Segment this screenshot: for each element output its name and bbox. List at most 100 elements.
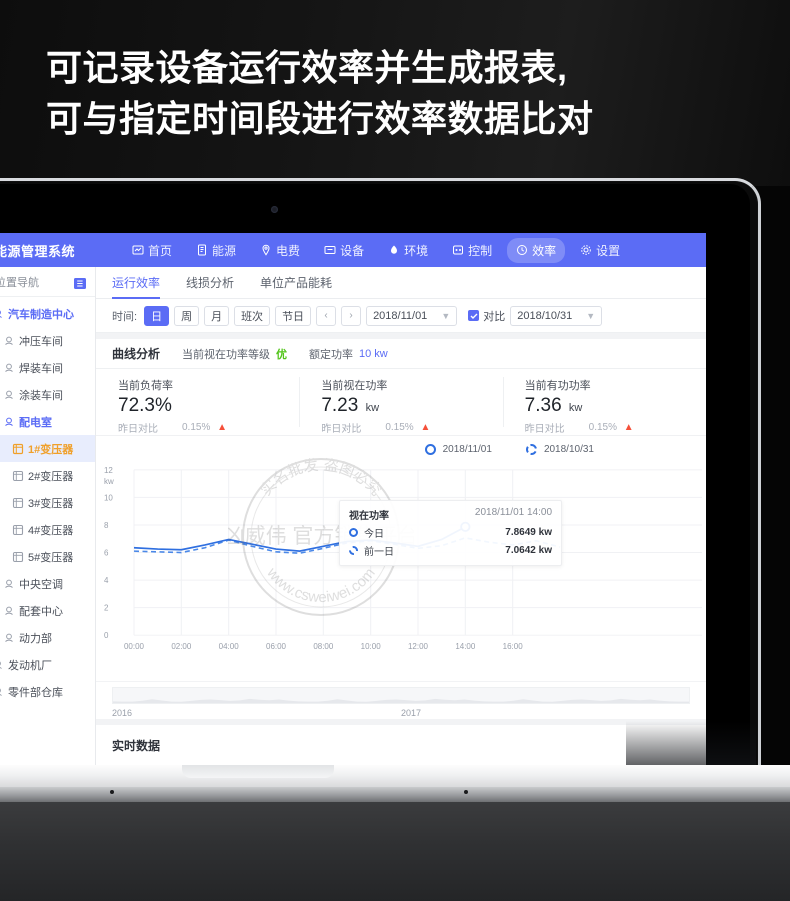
- tree-item-label: 配套中心: [19, 605, 63, 618]
- compare-toggle[interactable]: 对比: [468, 308, 505, 324]
- tree-item-transformer-3[interactable]: 3#变压器: [0, 489, 95, 516]
- period-shift-button[interactable]: 班次: [234, 305, 271, 326]
- tree-item-label: 中央空调: [19, 578, 63, 591]
- time-label: 时间:: [112, 310, 138, 323]
- tree-item-transformer-4[interactable]: 4#变压器: [0, 516, 95, 543]
- tooltip-datetime: 2018/11/01 14:00: [474, 507, 552, 518]
- tabs-and-filters-card: 运行效率 线损分析 单位产品能耗 时间: 日 周 月 班次 节日 ‹ › 201…: [96, 267, 706, 333]
- top-navigation-bar: 能源管理系统 首页 能源 电费 设备 环境 控制 效率 设置: [0, 233, 706, 267]
- headline-line-1: 可记录设备运行效率并生成报表,: [46, 46, 568, 88]
- tree-item-transformer-1[interactable]: 1#变压器: [0, 435, 95, 462]
- rated-label: 额定功率: [309, 348, 354, 361]
- realtime-data-card: 实时数据: [96, 725, 706, 765]
- tab-bar: 运行效率 线损分析 单位产品能耗: [96, 267, 706, 299]
- tree-item-auto-manufacturing-center[interactable]: 汽车制造中心: [0, 300, 95, 327]
- tree-item-label: 1#变压器: [28, 443, 74, 456]
- tree-item-label: 配电室: [19, 416, 52, 429]
- laptop-bezel: 能源管理系统 首页 能源 电费 设备 环境 控制 效率 设置 位置导航 汽车制造…: [0, 184, 750, 817]
- panel-header: 曲线分析 当前视在功率等级 优 额定功率 10 kw: [96, 339, 706, 369]
- date-compare-select[interactable]: 2018/10/31 ▼: [510, 305, 603, 326]
- efficiency-icon: [516, 244, 528, 256]
- period-month-button[interactable]: 月: [204, 305, 230, 326]
- laptop-lid: 能源管理系统 首页 能源 电费 设备 环境 控制 效率 设置 位置导航 汽车制造…: [0, 178, 761, 817]
- nav-item-environment[interactable]: 环境: [379, 238, 437, 263]
- rated-value: 10 kw: [359, 347, 388, 360]
- device-icon: [324, 244, 336, 256]
- tree-item-parts-warehouse[interactable]: 零件部仓库: [0, 678, 95, 705]
- sidebar: 位置导航 汽车制造中心 冲压车间 焊装车间 涂装车间 配电室 1#变压器 2#变…: [0, 267, 96, 817]
- nav-item-efficiency[interactable]: 效率: [507, 237, 566, 263]
- collapse-icon[interactable]: [74, 276, 86, 289]
- nav-item-energy[interactable]: 能源: [187, 238, 245, 263]
- nav-item-bill-label: 电费: [276, 243, 301, 258]
- tree-item-transformer-2[interactable]: 2#变压器: [0, 462, 95, 489]
- stat-label: 当前负荷率: [118, 380, 173, 392]
- tooltip-series-value: 7.0642 kw: [505, 545, 552, 556]
- transformer-icon: [12, 443, 24, 455]
- tree-item-power-department[interactable]: 动力部: [0, 624, 95, 651]
- svg-text:8: 8: [104, 521, 109, 530]
- nav-item-control[interactable]: 控制: [443, 238, 501, 263]
- stat-compare-label: 昨日对比: [524, 424, 565, 435]
- svg-text:2: 2: [104, 604, 109, 613]
- tree-item-stamping-workshop[interactable]: 冲压车间: [0, 327, 95, 354]
- tab-line-loss-analysis[interactable]: 线损分析: [186, 267, 234, 299]
- gear-icon: [580, 244, 592, 256]
- transformer-icon: [12, 551, 24, 563]
- stat-compare-value: 0.15%: [588, 422, 618, 433]
- location-pin-icon: [3, 605, 15, 617]
- chevron-right-icon[interactable]: ›: [341, 305, 362, 326]
- deck-screw: [110, 790, 114, 794]
- nav-item-settings[interactable]: 设置: [571, 238, 629, 263]
- chart-datazoom[interactable]: 2016 2017: [96, 681, 706, 719]
- datazoom-track[interactable]: [112, 687, 690, 704]
- chevron-left-icon[interactable]: ‹: [316, 305, 337, 326]
- compare-checkbox[interactable]: [468, 310, 480, 321]
- home-icon: [132, 244, 144, 256]
- svg-text:00:00: 00:00: [124, 642, 145, 651]
- nav-item-device[interactable]: 设备: [315, 238, 373, 263]
- tab-operating-efficiency[interactable]: 运行效率: [112, 267, 161, 299]
- tab-unit-product-consumption[interactable]: 单位产品能耗: [260, 267, 332, 299]
- datazoom-labels: 2016 2017: [112, 708, 690, 718]
- laptop-deck-edge: [0, 787, 790, 802]
- tooltip-row-today: 今日 7.8649 kw: [349, 525, 552, 540]
- tooltip-series-name: 今日: [364, 529, 384, 540]
- deck-screw: [464, 790, 468, 794]
- nav-item-settings-label: 设置: [596, 243, 621, 258]
- period-holiday-button[interactable]: 节日: [275, 305, 312, 326]
- svg-text:0: 0: [104, 631, 109, 640]
- tree-item-label: 零件部仓库: [8, 686, 63, 699]
- nav-item-home[interactable]: 首页: [123, 238, 181, 263]
- tree-item-label: 冲压车间: [19, 335, 63, 348]
- period-week-button[interactable]: 周: [174, 305, 200, 326]
- nav-item-environment-label: 环境: [404, 243, 429, 258]
- stat-compare-value: 0.15%: [182, 422, 211, 433]
- nav-item-control-label: 控制: [468, 243, 493, 258]
- tree-item-central-air-conditioning[interactable]: 中央空调: [0, 570, 95, 597]
- tree-item-welding-workshop[interactable]: 焊装车间: [0, 354, 95, 381]
- tree-item-label: 动力部: [19, 632, 52, 645]
- sidebar-title: 位置导航: [0, 276, 39, 289]
- stat-card-active-power: 当前有功功率 7.36 kw 昨日对比 0.15% ▲: [502, 369, 706, 435]
- stat-cards: 当前负荷率 72.3% 昨日对比 0.15% ▲ 当前视在功率 7.23 kw …: [96, 369, 706, 435]
- tree-item-label: 5#变压器: [28, 551, 74, 564]
- tree-item-engine-factory[interactable]: 发动机厂: [0, 651, 95, 678]
- svg-text:02:00: 02:00: [171, 642, 192, 651]
- nav-item-home-label: 首页: [148, 243, 173, 258]
- period-day-button[interactable]: 日: [144, 305, 170, 326]
- power-curve-chart[interactable]: 2018/11/01 2018/10/31 0 2 4 6 8 10 12 kw…: [96, 435, 706, 681]
- stat-card-load-rate: 当前负荷率 72.3% 昨日对比 0.15% ▲: [96, 369, 299, 435]
- tree-item-transformer-5[interactable]: 5#变压器: [0, 543, 95, 570]
- curve-analysis-panel: 曲线分析 当前视在功率等级 优 额定功率 10 kw 当前负荷率 72.3% 昨…: [96, 339, 706, 719]
- date-primary-select[interactable]: 2018/11/01 ▼: [366, 305, 458, 326]
- date-primary-value: 2018/11/01: [373, 309, 428, 322]
- main-content: 运行效率 线损分析 单位产品能耗 时间: 日 周 月 班次 节日 ‹ › 201…: [96, 267, 706, 817]
- nav-item-bill[interactable]: 电费: [251, 238, 309, 263]
- stat-unit: kw: [365, 402, 380, 414]
- legend-marker-solid-icon: [349, 528, 358, 537]
- tree-item-painting-workshop[interactable]: 涂装车间: [0, 381, 95, 408]
- app-screen: 能源管理系统 首页 能源 电费 设备 环境 控制 效率 设置 位置导航 汽车制造…: [0, 233, 706, 817]
- tree-item-power-distribution-room[interactable]: 配电室: [0, 408, 95, 435]
- tree-item-supporting-center[interactable]: 配套中心: [0, 597, 95, 624]
